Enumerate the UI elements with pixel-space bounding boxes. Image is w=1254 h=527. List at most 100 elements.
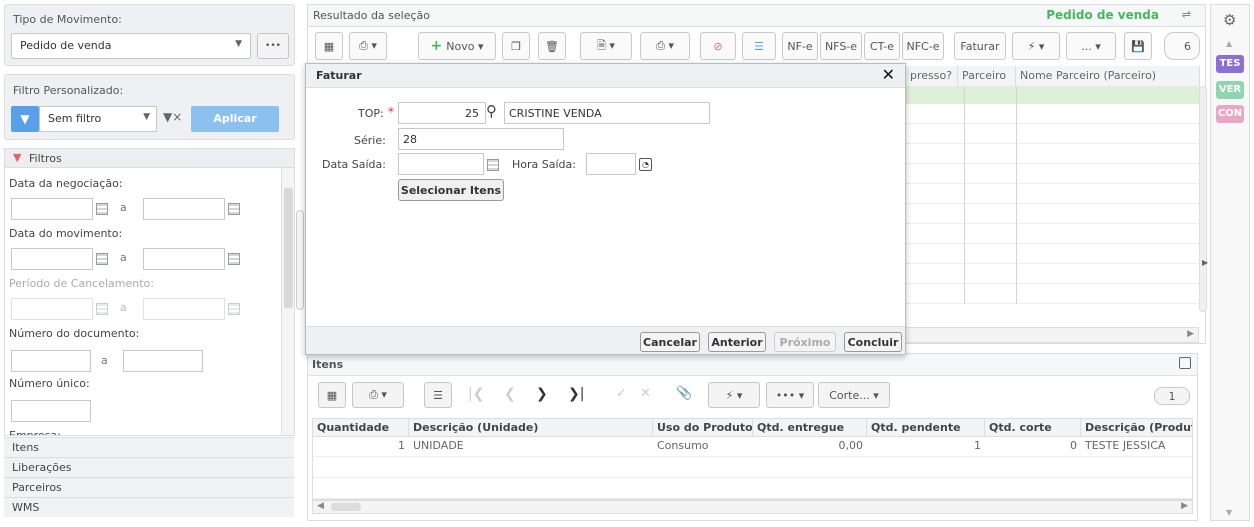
search-icon[interactable]: ⚲ bbox=[486, 102, 497, 120]
data-negociacao-start[interactable] bbox=[11, 198, 93, 220]
col-divider bbox=[964, 86, 965, 304]
hora-saida-input[interactable] bbox=[586, 153, 636, 175]
data-saida-input[interactable] bbox=[398, 153, 484, 175]
cell-descricao-unidade: UNIDADE bbox=[413, 439, 464, 452]
numero-documento-end[interactable] bbox=[123, 350, 203, 372]
arrow-left-icon[interactable]: ◀ bbox=[317, 501, 324, 511]
section-parceiros[interactable]: Parceiros bbox=[4, 477, 294, 497]
top-input[interactable]: 25 bbox=[398, 102, 486, 124]
lightning-button[interactable]: ⚡ ▾ bbox=[708, 382, 760, 408]
nav-first-icon[interactable]: |❮ bbox=[468, 386, 484, 402]
col-qtd-entregue[interactable]: Qtd. entregue bbox=[753, 419, 867, 437]
col-qtd-pendente[interactable]: Qtd. pendente bbox=[867, 419, 985, 437]
section-liberacoes[interactable]: Liberações bbox=[4, 457, 294, 477]
clock-icon[interactable]: ◔ bbox=[639, 158, 652, 171]
scroll-thumb[interactable] bbox=[331, 503, 361, 511]
link-icon[interactable]: ⇌ bbox=[1182, 8, 1191, 21]
tipo-movimento-select[interactable]: Pedido de venda ▼ bbox=[11, 33, 251, 59]
col-descricao-produto[interactable]: Descrição (Produto) bbox=[1081, 419, 1193, 437]
data-movimento-end[interactable] bbox=[143, 248, 225, 270]
save-button[interactable]: 💾 bbox=[1124, 32, 1152, 60]
chevron-up-icon[interactable]: ▲ bbox=[1226, 39, 1232, 48]
export-button[interactable]: ⎙ ▾ bbox=[352, 382, 404, 408]
copy-button[interactable]: ❐ bbox=[502, 32, 530, 60]
tag-ver[interactable]: VER bbox=[1216, 81, 1244, 99]
concluir-button[interactable]: Concluir bbox=[844, 332, 902, 352]
lightning-button[interactable]: ⚡ ▾ bbox=[1012, 32, 1060, 60]
serie-input[interactable]: 28 bbox=[398, 128, 564, 150]
cte-button[interactable]: CT-e bbox=[864, 32, 900, 60]
data-movimento-start[interactable] bbox=[11, 248, 93, 270]
cancel-doc-button[interactable]: ⊘ bbox=[700, 32, 736, 60]
nav-prev-icon[interactable]: ❮ bbox=[504, 386, 516, 402]
col-uso-produto[interactable]: Uso do Produto bbox=[653, 419, 753, 437]
calendar-icon[interactable] bbox=[228, 203, 240, 215]
clear-filter-icon[interactable]: ▼× bbox=[163, 110, 182, 124]
vertical-scrollbar[interactable] bbox=[1199, 86, 1207, 312]
selected-row[interactable] bbox=[906, 86, 1200, 104]
nav-last-icon[interactable]: ❯| bbox=[568, 386, 584, 402]
calendar-icon[interactable] bbox=[487, 159, 499, 171]
cancelar-button[interactable]: Cancelar bbox=[640, 332, 700, 352]
corte-button[interactable]: Corte... ▾ bbox=[818, 382, 890, 408]
delete-button[interactable]: 🗑 bbox=[538, 32, 566, 60]
table-row[interactable]: 1 UNIDADE Consumo 0,00 1 0 TESTE JESSICA bbox=[313, 437, 1192, 457]
horizontal-scrollbar[interactable]: ▶ bbox=[905, 327, 1199, 343]
col-quantidade[interactable]: Quantidade bbox=[313, 419, 409, 437]
arrow-right-icon[interactable]: ▶ bbox=[1187, 329, 1194, 339]
col-header-impresso[interactable]: presso? bbox=[906, 66, 958, 86]
close-icon[interactable]: ✕ bbox=[882, 65, 895, 84]
export-button[interactable]: ⎙ ▾ bbox=[349, 32, 387, 60]
col-qtd-corte[interactable]: Qtd. corte bbox=[985, 419, 1081, 437]
list-button[interactable]: ☰ bbox=[424, 382, 452, 408]
filtros-header[interactable]: ▼ Filtros bbox=[4, 148, 295, 168]
right-expand-arrow[interactable]: ▶ bbox=[1202, 258, 1208, 267]
gear-icon[interactable]: ⚙ bbox=[1223, 11, 1236, 29]
numero-unico-input[interactable] bbox=[11, 400, 91, 422]
more-options-button[interactable]: ••• bbox=[257, 33, 289, 59]
nfe-button[interactable]: NF-e bbox=[782, 32, 818, 60]
nfse-button[interactable]: NFS-e bbox=[820, 32, 862, 60]
col-header-parceiro[interactable]: Parceiro bbox=[958, 66, 1016, 86]
page-number-field[interactable]: 6 bbox=[1164, 32, 1200, 60]
calendar-icon[interactable] bbox=[96, 203, 108, 215]
bars-button[interactable]: ☰ bbox=[742, 32, 776, 60]
section-itens[interactable]: Itens bbox=[4, 437, 294, 457]
filtros-scrollbar[interactable] bbox=[281, 168, 294, 435]
scroll-thumb[interactable] bbox=[284, 188, 293, 308]
novo-button[interactable]: + Novo ▾ bbox=[418, 32, 496, 60]
print-button[interactable]: ⎙ ▾ bbox=[640, 32, 690, 60]
numero-documento-start[interactable] bbox=[11, 350, 91, 372]
aplicar-button[interactable]: Aplicar bbox=[191, 106, 279, 132]
calendar-icon[interactable] bbox=[228, 253, 240, 265]
tag-tes[interactable]: TES bbox=[1216, 55, 1244, 73]
grid-view-button[interactable]: ▦ bbox=[315, 32, 343, 60]
more-button[interactable]: ••• ▾ bbox=[766, 382, 814, 408]
filtros-list: Data da negociação: a Data do movimento:… bbox=[4, 168, 295, 436]
selecionar-itens-button[interactable]: Selecionar Itens bbox=[398, 179, 504, 201]
data-negociacao-end[interactable] bbox=[143, 198, 225, 220]
tag-con[interactable]: CON bbox=[1216, 105, 1244, 123]
col-header-nome-parceiro[interactable]: Nome Parceiro (Parceiro) bbox=[1016, 66, 1200, 86]
range-sep: a bbox=[120, 301, 127, 314]
itens-page-field[interactable]: 1 bbox=[1154, 387, 1190, 405]
faturar-button[interactable]: Faturar bbox=[954, 32, 1006, 60]
section-wms[interactable]: WMS bbox=[4, 497, 294, 517]
nfce-button[interactable]: NFC-e bbox=[902, 32, 944, 60]
nav-next-icon[interactable]: ❯ bbox=[536, 386, 548, 402]
anterior-button[interactable]: Anterior bbox=[708, 332, 766, 352]
itens-header: Itens bbox=[308, 354, 1197, 376]
arrow-right-icon[interactable]: ▶ bbox=[1181, 501, 1188, 511]
ellipsis-button[interactable]: ... ▾ bbox=[1066, 32, 1116, 60]
filter-funnel-button[interactable]: ▼ bbox=[11, 106, 39, 132]
maximize-icon[interactable] bbox=[1179, 357, 1191, 369]
col-descricao-unidade[interactable]: Descrição (Unidade) bbox=[409, 419, 653, 437]
filtro-select[interactable]: Sem filtro ▼ bbox=[39, 106, 157, 132]
itens-horizontal-scrollbar[interactable]: ◀ ▶ bbox=[312, 500, 1193, 514]
calendar-icon[interactable] bbox=[96, 253, 108, 265]
grid-view-button[interactable]: ▦ bbox=[318, 382, 346, 408]
document-button[interactable]: 🗎 ▾ bbox=[580, 32, 632, 60]
splitter-handle[interactable] bbox=[296, 210, 304, 310]
chevron-down-icon[interactable]: ▼ bbox=[1226, 508, 1232, 517]
cell-descricao-produto: TESTE JESSICA bbox=[1085, 439, 1166, 452]
